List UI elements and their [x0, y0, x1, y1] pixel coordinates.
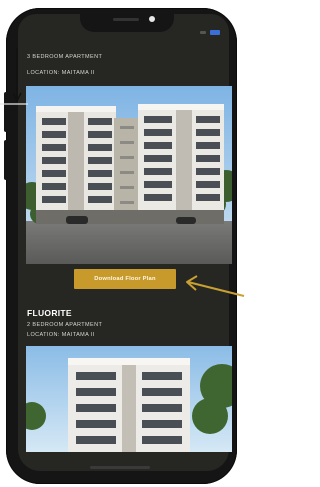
battery-icon	[210, 30, 220, 35]
speaker-grille	[113, 18, 139, 21]
annotation-overlay	[0, 48, 245, 297]
front-camera-icon	[149, 16, 155, 22]
phone-notch	[80, 10, 174, 32]
annotation-arrow-gold	[187, 281, 245, 297]
signal-icon	[200, 31, 206, 34]
